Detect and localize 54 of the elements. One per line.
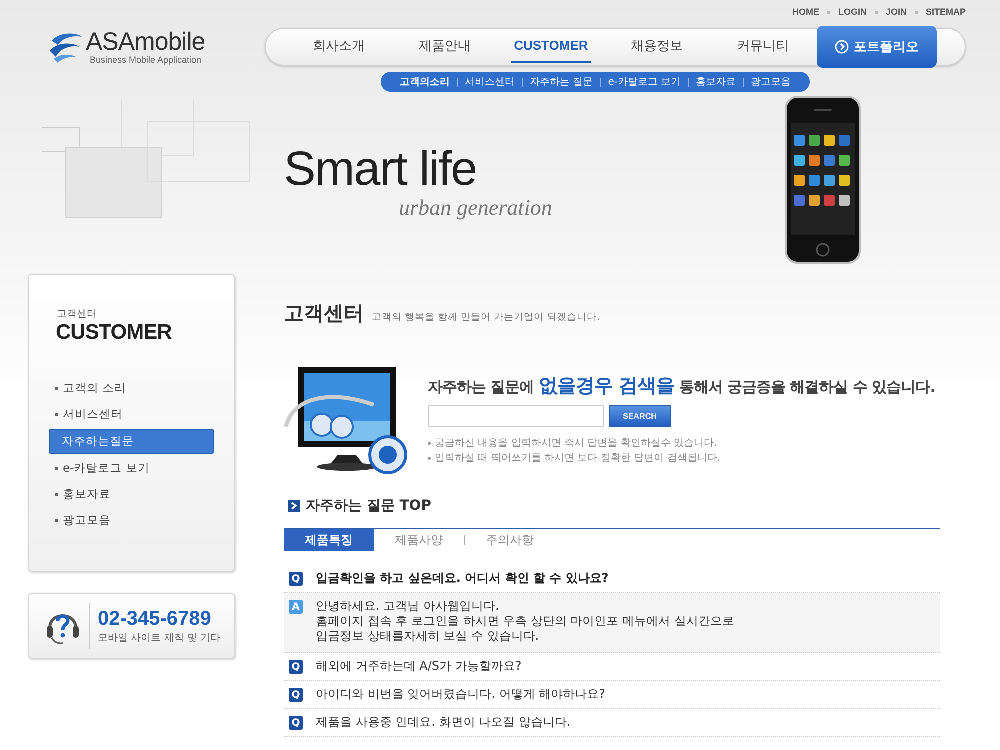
sidebar-item[interactable]: 홍보자료 [49,483,214,506]
portfolio-button[interactable]: 포트폴리오 [817,26,937,68]
search-button[interactable]: SEARCH [609,405,671,427]
logo-tagline: Business Mobile Application [90,55,203,65]
logo-name: ASAmobile [86,29,206,55]
question-link[interactable]: 입금확인을 하고 싶은데요. 어디서 확인 할 수 있나요? [316,571,609,586]
sub-nav-item[interactable]: 홍보자료 [689,75,744,89]
nav-item[interactable]: CUSTOMER [511,31,592,63]
sidebar-item[interactable]: 서비스센터 [49,403,214,426]
nav-item[interactable]: 제품안내 [392,30,498,64]
sidebar-caption: 고객센터 [57,308,98,321]
nav-item[interactable]: 채용정보 [604,30,710,64]
tab[interactable]: 제품사양 [374,529,464,551]
sidebar-item[interactable]: 광고모음 [49,509,214,532]
sub-nav-item[interactable]: 고객의소리 [393,75,458,89]
banner-subline: urban generation [399,195,554,221]
top-link[interactable]: LOGIN [838,7,867,17]
question-badge: Q [289,716,303,730]
chevron-icon [835,40,849,54]
nav-item[interactable]: 커뮤니티 [710,30,816,64]
sub-nav-item[interactable]: 자주하는 질문 [523,75,600,89]
logo-icon [48,31,84,63]
nav-item[interactable]: 회사소개 [286,30,392,64]
question-link[interactable]: 제품을 사용중 인데요. 화면이 나오질 않습니다. [316,715,571,730]
sub-nav-item[interactable]: 광고모음 [744,75,798,89]
question-link[interactable]: 아이디와 비번을 잊어버렸습니다. 어떻게 해야하나요? [316,687,606,702]
top-link[interactable]: JOIN [886,7,907,17]
question-link[interactable]: 해외에 거주하는데 A/S가 가능할까요? [316,659,522,674]
contact-note: 모바일 사이트 제작 및 기타 [98,632,221,644]
question-badge: Q [289,688,303,702]
tab[interactable]: 제품특징 [284,529,374,551]
page-subtitle: 고객의 행복을 함께 만들어 가는기업이 되겠습니다. [372,311,600,324]
answer-badge: A [289,600,303,614]
top-link[interactable]: HOME [792,7,820,17]
sidebar-title: CUSTOMER [56,321,173,345]
search-field[interactable] [428,405,604,427]
sidebar-item[interactable]: 고객의 소리 [49,377,214,400]
tab[interactable]: 주의사항 [465,529,555,551]
search-note: 입력하실 때 띄어쓰기를 하시면 보다 정확한 답변이 검색됩니다. [435,452,720,466]
sidebar-item[interactable]: e-카탈로그 보기 [49,457,214,480]
answer-text: 안녕하세요. 고객님 아사웹입니다. 홈페이지 접속 후 로그인을 하시면 우측 상단의 마이인포 메뉴에서 실시간으로 입금정보 상태를자세히 보실 수 있습니다. [316,599,734,644]
search-note: 궁금하신 내용을 입력하시면 즉시 답변을 확인하실수 있습니다. [435,437,718,451]
search-heading: 자주하는 질문에 없을경우 검색을 통해서 궁금증을 해결하실 수 있습니다. [428,374,936,399]
banner-headline: Smart life [284,145,478,195]
question-badge: Q [289,572,303,586]
sidebar-item[interactable]: 자주하는질문 [49,429,214,454]
sub-nav-item[interactable]: e-카탈로그 보기 [601,75,688,89]
chevron-icon [288,500,300,512]
phone-number: 02-345-6789 [98,608,212,630]
page-title: 고객센터 [284,300,364,327]
faq-title: 자주하는 질문 TOP [306,497,432,515]
sub-nav-item[interactable]: 서비스센터 [458,75,522,89]
question-badge: Q [289,660,303,674]
top-link[interactable]: SITEMAP [926,7,966,17]
